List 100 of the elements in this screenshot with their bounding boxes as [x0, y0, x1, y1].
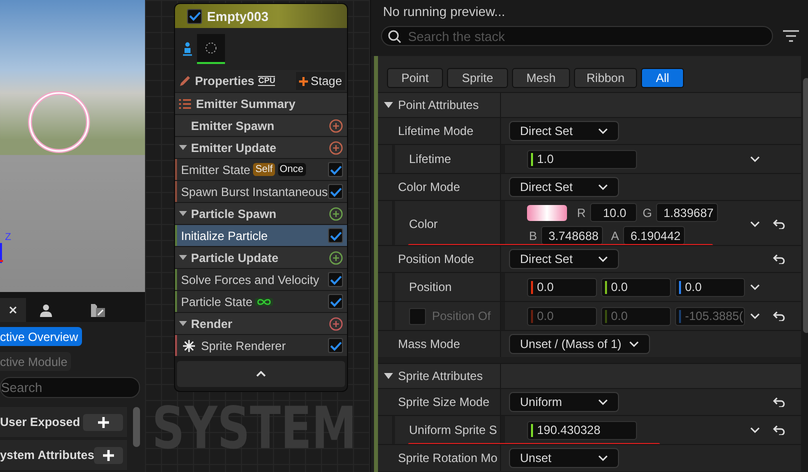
- filter-tab[interactable]: Sprite: [447, 68, 508, 88]
- add-circle-icon[interactable]: [329, 206, 343, 220]
- chevron-down-icon[interactable]: [598, 455, 608, 461]
- property-label: Color: [409, 217, 438, 231]
- chevron-down-icon[interactable]: [598, 128, 608, 134]
- collapse-triangle-icon[interactable]: [179, 255, 187, 260]
- add-button[interactable]: [94, 446, 123, 464]
- number-field[interactable]: 1.0: [527, 150, 637, 168]
- list-icon: [179, 98, 191, 108]
- mode-dropdown[interactable]: Direct Set: [509, 121, 619, 141]
- enable-checkbox[interactable]: [187, 8, 202, 24]
- reset-arrow-icon[interactable]: [773, 425, 785, 435]
- enable-checkbox[interactable]: [328, 338, 343, 353]
- channel-label: B: [529, 228, 538, 242]
- filter-icon[interactable]: [783, 30, 799, 42]
- color-swatch[interactable]: [527, 204, 567, 220]
- module-item[interactable]: Sprite Renderer: [175, 334, 347, 356]
- enable-checkbox[interactable]: [328, 272, 343, 287]
- mode-button[interactable]: ctive Overview: [0, 327, 82, 346]
- collapse-triangle-icon[interactable]: [179, 211, 187, 216]
- plus-icon: [98, 416, 108, 428]
- number-field[interactable]: 0.0: [527, 278, 597, 296]
- add-button[interactable]: [83, 414, 123, 430]
- filter-tab[interactable]: Ribbon: [574, 68, 637, 88]
- group-title: Particle Update: [191, 250, 280, 264]
- number-field[interactable]: 10.0: [590, 203, 637, 222]
- add-circle-icon[interactable]: [329, 316, 343, 330]
- reset-arrow-icon[interactable]: [773, 397, 785, 407]
- number-field[interactable]: 190.430328: [527, 420, 637, 440]
- expand-chevron-icon[interactable]: [750, 284, 760, 290]
- reset-arrow-icon[interactable]: [773, 254, 785, 264]
- infinity-icon: [257, 298, 272, 306]
- number-field[interactable]: 3.748688: [541, 226, 604, 245]
- pencil-icon: [179, 75, 191, 87]
- search-field[interactable]: Search the stack: [381, 26, 773, 46]
- property-label: Sprite Rotation Mo: [398, 451, 498, 465]
- axis-gizmo-icon: [0, 243, 3, 263]
- enable-checkbox[interactable]: [328, 162, 343, 177]
- collapse-triangle-icon[interactable]: [179, 145, 187, 150]
- number-field[interactable]: 6.190442: [623, 226, 686, 245]
- reset-arrow-icon[interactable]: [773, 219, 785, 229]
- add-stage-button[interactable]: Stage: [296, 72, 345, 90]
- panel-tab[interactable]: [0, 298, 26, 322]
- properties-label[interactable]: Properties: [195, 74, 254, 88]
- axis-label: Z: [5, 232, 12, 243]
- scrollbar-thumb[interactable]: [133, 407, 140, 447]
- collapse-triangle-icon[interactable]: [179, 321, 187, 326]
- chevron-down-icon[interactable]: [598, 184, 608, 190]
- person-icon: [40, 304, 52, 316]
- tag-badge: Self: [253, 163, 275, 176]
- channel-label: A: [611, 228, 620, 242]
- expand-chevron-icon[interactable]: [750, 427, 760, 433]
- add-circle-icon[interactable]: [329, 250, 343, 264]
- filter-tab[interactable]: Point: [387, 68, 443, 88]
- expand-triangle-icon[interactable]: [384, 373, 393, 379]
- expand-chevron-icon[interactable]: [750, 156, 760, 162]
- plus-icon: [103, 450, 114, 460]
- mode-dropdown[interactable]: Uniform: [509, 392, 619, 412]
- chevron-down-icon[interactable]: [598, 256, 608, 262]
- property-label: Lifetime: [409, 152, 452, 166]
- mode-dropdown[interactable]: Unset / (Mass of 1): [509, 334, 650, 354]
- category-row[interactable]: ystem Attributes: [0, 440, 127, 470]
- search-field[interactable]: Search: [0, 377, 140, 398]
- add-circle-icon[interactable]: [329, 140, 343, 154]
- number-field[interactable]: 0.0: [675, 278, 745, 296]
- property-label: Mass Mode: [398, 337, 460, 351]
- expand-chevron-icon[interactable]: [750, 221, 760, 227]
- filter-tab[interactable]: All: [641, 68, 684, 88]
- enable-checkbox[interactable]: [328, 184, 343, 199]
- add-circle-icon[interactable]: [329, 118, 343, 132]
- module-item[interactable]: Solve Forces and Velocity: [175, 268, 347, 290]
- emitter-thumbnail[interactable]: [197, 34, 225, 64]
- enable-checkbox[interactable]: [328, 228, 343, 243]
- mode-dropdown[interactable]: Direct Set: [509, 249, 619, 269]
- chevron-down-icon[interactable]: [598, 399, 608, 405]
- tag-badge: Once: [278, 163, 306, 176]
- group-title: Render: [191, 316, 234, 330]
- person-icon: [183, 42, 192, 56]
- mode-dropdown[interactable]: Unset: [509, 448, 619, 468]
- filter-tab[interactable]: Mesh: [512, 68, 570, 88]
- expand-triangle-icon[interactable]: [384, 102, 393, 108]
- plus-icon: [298, 76, 308, 86]
- scrollbar-thumb[interactable]: [803, 78, 808, 333]
- property-label: Sprite Size Mode: [398, 395, 490, 409]
- preview-status: No running preview...: [382, 2, 506, 21]
- module-item[interactable]: Particle State: [175, 290, 347, 312]
- number-field[interactable]: 0.0: [601, 278, 671, 296]
- property-label: Position Mode: [398, 252, 474, 266]
- group-title: Emitter Spawn: [191, 118, 276, 132]
- module-item[interactable]: Emitter State Self Once: [175, 158, 347, 180]
- module-item[interactable]: Initialize Particle: [175, 224, 347, 246]
- group-title: Emitter Update: [191, 140, 278, 154]
- enable-checkbox[interactable]: [328, 294, 343, 309]
- module-item[interactable]: Spawn Burst Instantaneous: [175, 180, 347, 202]
- emitter-node[interactable]: [174, 3, 348, 392]
- category-row[interactable]: User Exposed: [0, 407, 127, 437]
- mode-dropdown[interactable]: Direct Set: [509, 177, 619, 197]
- chevron-down-icon[interactable]: [629, 341, 640, 347]
- number-field[interactable]: 1.839687: [656, 203, 718, 222]
- node-title: Empty003: [207, 8, 268, 24]
